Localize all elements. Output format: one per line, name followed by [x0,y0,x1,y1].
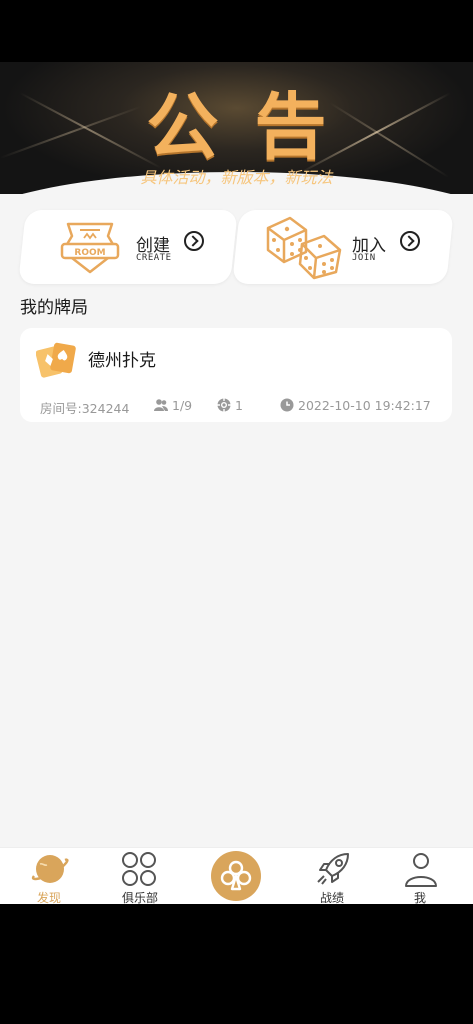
tab-discover[interactable]: 发现 [9,848,89,904]
tab-me[interactable]: 我 [380,848,460,904]
section-title: 我的牌局 [20,298,88,318]
chevron-right-icon [400,231,420,251]
center-play-button[interactable] [211,851,261,901]
banner-title: 公告 [146,85,363,169]
tab-club[interactable]: 俱乐部 [100,848,180,904]
playing-cards-icon [36,342,76,378]
tab-records[interactable]: 战绩 [292,848,372,904]
players-count: 1/9 [154,398,192,413]
app-screen: 公告 具体活动，新版本，新玩法 ROOM 创建 CREATE 加入 JOIN 我… [0,62,473,904]
planet-icon [31,855,69,883]
join-subtitle: JOIN [352,253,376,263]
clock-icon [280,398,294,412]
club-icon [220,860,252,891]
bottom-tab-bar: 发现 俱乐部 战绩 我 [0,847,473,904]
room-badge-icon: ROOM [60,222,120,274]
people-icon [154,399,168,411]
create-subtitle: CREATE [136,253,172,263]
created-time: 2022-10-10 19:42:17 [280,398,431,413]
chip-icon [217,398,231,412]
chips-count: 1 [217,398,243,413]
tab-label: 战绩 [319,891,344,904]
banner-subtitle: 具体活动，新版本，新玩法 [140,168,333,187]
create-room-button[interactable]: ROOM 创建 CREATE [18,210,238,284]
tab-label: 发现 [36,891,61,904]
rocket-icon [317,853,349,885]
grid-circles-icon [122,852,156,886]
game-name: 德州扑克 [88,351,156,371]
join-room-button[interactable]: 加入 JOIN [232,210,454,284]
game-card[interactable]: 德州扑克 房间号:324244 1/9 1 2022-10-10 19:42:1… [20,328,452,422]
svg-text:ROOM: ROOM [74,248,105,258]
chevron-right-icon [184,231,204,251]
user-icon [405,853,437,887]
tab-label: 俱乐部 [121,891,158,904]
dice-icon [266,216,342,280]
room-number: 房间号:324244 [40,401,130,416]
tab-label: 我 [413,891,426,904]
